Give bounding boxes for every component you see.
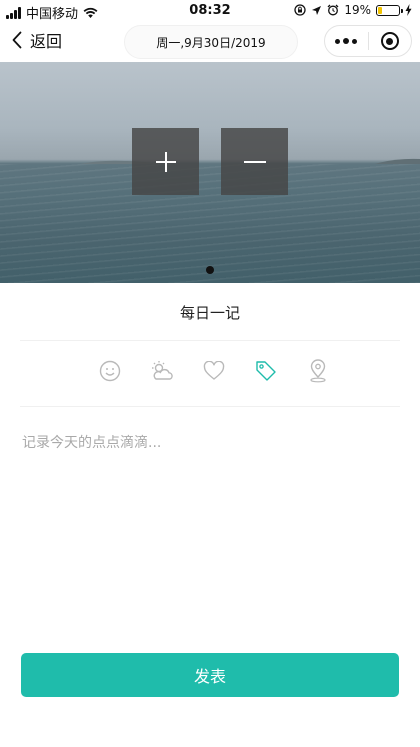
pager-dot[interactable] (206, 266, 214, 274)
date-title: 周一,9月30日/2019 (124, 25, 298, 59)
publish-button[interactable]: 发表 (21, 653, 399, 697)
location-arrow-icon (312, 5, 322, 15)
battery-icon (376, 4, 403, 16)
attribute-toolbar (98, 358, 330, 384)
status-right: 19% (294, 3, 412, 17)
back-button[interactable]: 返回 (12, 28, 62, 52)
zoom-in-button[interactable] (132, 128, 199, 195)
mood-button[interactable] (98, 358, 122, 384)
zoom-out-button[interactable] (221, 128, 288, 195)
more-dots-icon[interactable] (325, 38, 368, 44)
page-title: 每日一记 (179, 304, 240, 322)
location-pin-icon (310, 359, 326, 383)
mini-program-capsule (324, 25, 412, 57)
alarm-icon (327, 4, 339, 16)
screen-lock-icon (294, 4, 306, 16)
weather-icon (152, 361, 173, 380)
smiley-icon (99, 360, 121, 382)
note-textarea[interactable] (22, 432, 398, 632)
banner-photo (0, 62, 420, 283)
back-label: 返回 (30, 32, 63, 51)
minus-icon (243, 160, 266, 163)
charging-icon (405, 4, 412, 16)
target-icon[interactable] (368, 32, 411, 50)
back-chevron-icon (12, 31, 22, 49)
tag-button[interactable] (254, 358, 278, 384)
heart-icon (203, 361, 225, 380)
plus-icon (155, 151, 176, 172)
status-bar: 中国移动 08:32 19% (0, 0, 420, 22)
nav-bar: 返回 周一,9月30日/2019 (0, 22, 420, 62)
favorite-button[interactable] (202, 358, 226, 384)
location-button[interactable] (306, 358, 330, 384)
divider-bottom (20, 406, 400, 407)
battery-percent: 19% (344, 3, 371, 17)
tag-icon (256, 361, 276, 381)
divider-top (20, 340, 400, 341)
weather-button[interactable] (150, 358, 174, 384)
battery-level (378, 6, 382, 14)
